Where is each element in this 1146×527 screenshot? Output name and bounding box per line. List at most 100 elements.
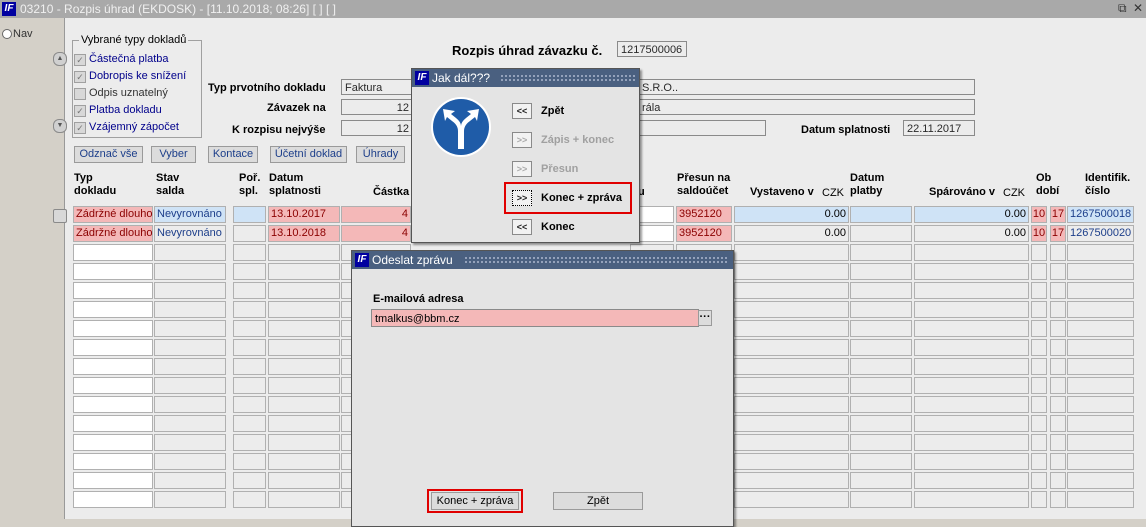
konec-option[interactable]: Konec: [541, 221, 575, 233]
ucetni-doklad-button[interactable]: Účetní doklad: [270, 146, 347, 163]
empty-cell[interactable]: [850, 301, 912, 318]
table-row-datum-platby[interactable]: [850, 206, 912, 223]
table-row-castka[interactable]: 4: [341, 206, 411, 223]
empty-cell[interactable]: [1050, 377, 1066, 394]
empty-cell[interactable]: [850, 320, 912, 337]
konec-arrow-button[interactable]: <<: [512, 219, 532, 235]
zapis-konec-option[interactable]: Zápis + konec: [541, 134, 614, 146]
empty-cell[interactable]: [1067, 453, 1134, 470]
empty-cell[interactable]: [1050, 282, 1066, 299]
empty-cell[interactable]: [233, 282, 266, 299]
zpet-option[interactable]: Zpět: [541, 105, 564, 117]
table-row-datum-platby[interactable]: [850, 225, 912, 242]
empty-cell[interactable]: [154, 434, 226, 451]
empty-cell[interactable]: [734, 472, 849, 489]
empty-cell[interactable]: [734, 358, 849, 375]
table-row-typ[interactable]: Zádržné dlouho: [73, 225, 153, 242]
empty-cell[interactable]: [1050, 339, 1066, 356]
empty-cell[interactable]: [1031, 263, 1047, 280]
empty-cell[interactable]: [154, 301, 226, 318]
empty-cell[interactable]: [268, 472, 340, 489]
checkbox-dobropis[interactable]: ✓: [74, 71, 86, 83]
empty-cell[interactable]: [154, 453, 226, 470]
empty-cell[interactable]: [73, 358, 153, 375]
table-row-ob2[interactable]: 17: [1050, 206, 1066, 223]
empty-cell[interactable]: [914, 282, 1029, 299]
empty-cell[interactable]: [1050, 301, 1066, 318]
empty-cell[interactable]: [1050, 320, 1066, 337]
empty-cell[interactable]: [850, 339, 912, 356]
empty-cell[interactable]: [73, 244, 153, 261]
empty-cell[interactable]: [914, 453, 1029, 470]
table-row-por[interactable]: [233, 225, 266, 242]
empty-cell[interactable]: [233, 358, 266, 375]
empty-cell[interactable]: [73, 453, 153, 470]
empty-cell[interactable]: [734, 453, 849, 470]
table-row-stav[interactable]: Nevyrovnáno: [154, 206, 226, 223]
empty-cell[interactable]: [154, 244, 226, 261]
empty-cell[interactable]: [73, 339, 153, 356]
empty-cell[interactable]: [1031, 472, 1047, 489]
k-rozpisu-right-field[interactable]: [638, 120, 766, 136]
empty-cell[interactable]: [233, 377, 266, 394]
empty-cell[interactable]: [734, 415, 849, 432]
table-row-presun[interactable]: 3952120: [676, 206, 732, 223]
empty-cell[interactable]: [914, 339, 1029, 356]
empty-cell[interactable]: [233, 415, 266, 432]
empty-cell[interactable]: [1067, 244, 1134, 261]
restore-icon[interactable]: ⧉: [1118, 1, 1127, 16]
empty-cell[interactable]: [268, 320, 340, 337]
empty-cell[interactable]: [154, 472, 226, 489]
empty-cell[interactable]: [154, 263, 226, 280]
email-lookup-button[interactable]: ···: [698, 310, 712, 326]
scroll-up-icon[interactable]: ▲: [53, 52, 67, 66]
empty-cell[interactable]: [1067, 263, 1134, 280]
table-row-ob2[interactable]: 17: [1050, 225, 1066, 242]
empty-cell[interactable]: [1031, 415, 1047, 432]
empty-cell[interactable]: [1031, 377, 1047, 394]
table-row-ident[interactable]: 1267500018: [1067, 206, 1134, 223]
empty-cell[interactable]: [734, 301, 849, 318]
empty-cell[interactable]: [268, 396, 340, 413]
empty-cell[interactable]: [233, 244, 266, 261]
empty-cell[interactable]: [268, 377, 340, 394]
empty-cell[interactable]: [233, 434, 266, 451]
email-field[interactable]: tmalkus@bbm.cz: [371, 309, 699, 327]
empty-cell[interactable]: [1050, 434, 1066, 451]
table-row-vystaveno[interactable]: 0.00: [734, 225, 849, 242]
empty-cell[interactable]: [734, 377, 849, 394]
konec-zprava-arrow-button[interactable]: >>: [512, 190, 532, 206]
table-row-typ[interactable]: Zádržné dlouho: [73, 206, 153, 223]
empty-cell[interactable]: [914, 415, 1029, 432]
typ-right-field[interactable]: S.R.O..: [638, 79, 975, 95]
empty-cell[interactable]: [73, 263, 153, 280]
empty-cell[interactable]: [1067, 339, 1134, 356]
empty-cell[interactable]: [233, 491, 266, 508]
empty-cell[interactable]: [233, 339, 266, 356]
empty-cell[interactable]: [1031, 491, 1047, 508]
table-row-ob1[interactable]: 10: [1031, 225, 1047, 242]
empty-cell[interactable]: [734, 434, 849, 451]
empty-cell[interactable]: [268, 358, 340, 375]
empty-cell[interactable]: [154, 358, 226, 375]
empty-cell[interactable]: [850, 453, 912, 470]
empty-cell[interactable]: [73, 282, 153, 299]
empty-cell[interactable]: [268, 244, 340, 261]
empty-cell[interactable]: [914, 472, 1029, 489]
empty-cell[interactable]: [233, 263, 266, 280]
zpet-button[interactable]: Zpět: [553, 492, 643, 510]
empty-cell[interactable]: [914, 263, 1029, 280]
empty-cell[interactable]: [734, 491, 849, 508]
empty-cell[interactable]: [850, 396, 912, 413]
empty-cell[interactable]: [850, 415, 912, 432]
table-row-por[interactable]: [233, 206, 266, 223]
checkbox-zapocet[interactable]: ✓: [74, 122, 86, 134]
table-row-datum[interactable]: 13.10.2017: [268, 206, 340, 223]
empty-cell[interactable]: [154, 396, 226, 413]
table-row-ob1[interactable]: 10: [1031, 206, 1047, 223]
empty-cell[interactable]: [233, 453, 266, 470]
empty-cell[interactable]: [1031, 301, 1047, 318]
empty-cell[interactable]: [914, 320, 1029, 337]
empty-cell[interactable]: [1067, 491, 1134, 508]
table-row-castka[interactable]: 4: [341, 225, 411, 242]
